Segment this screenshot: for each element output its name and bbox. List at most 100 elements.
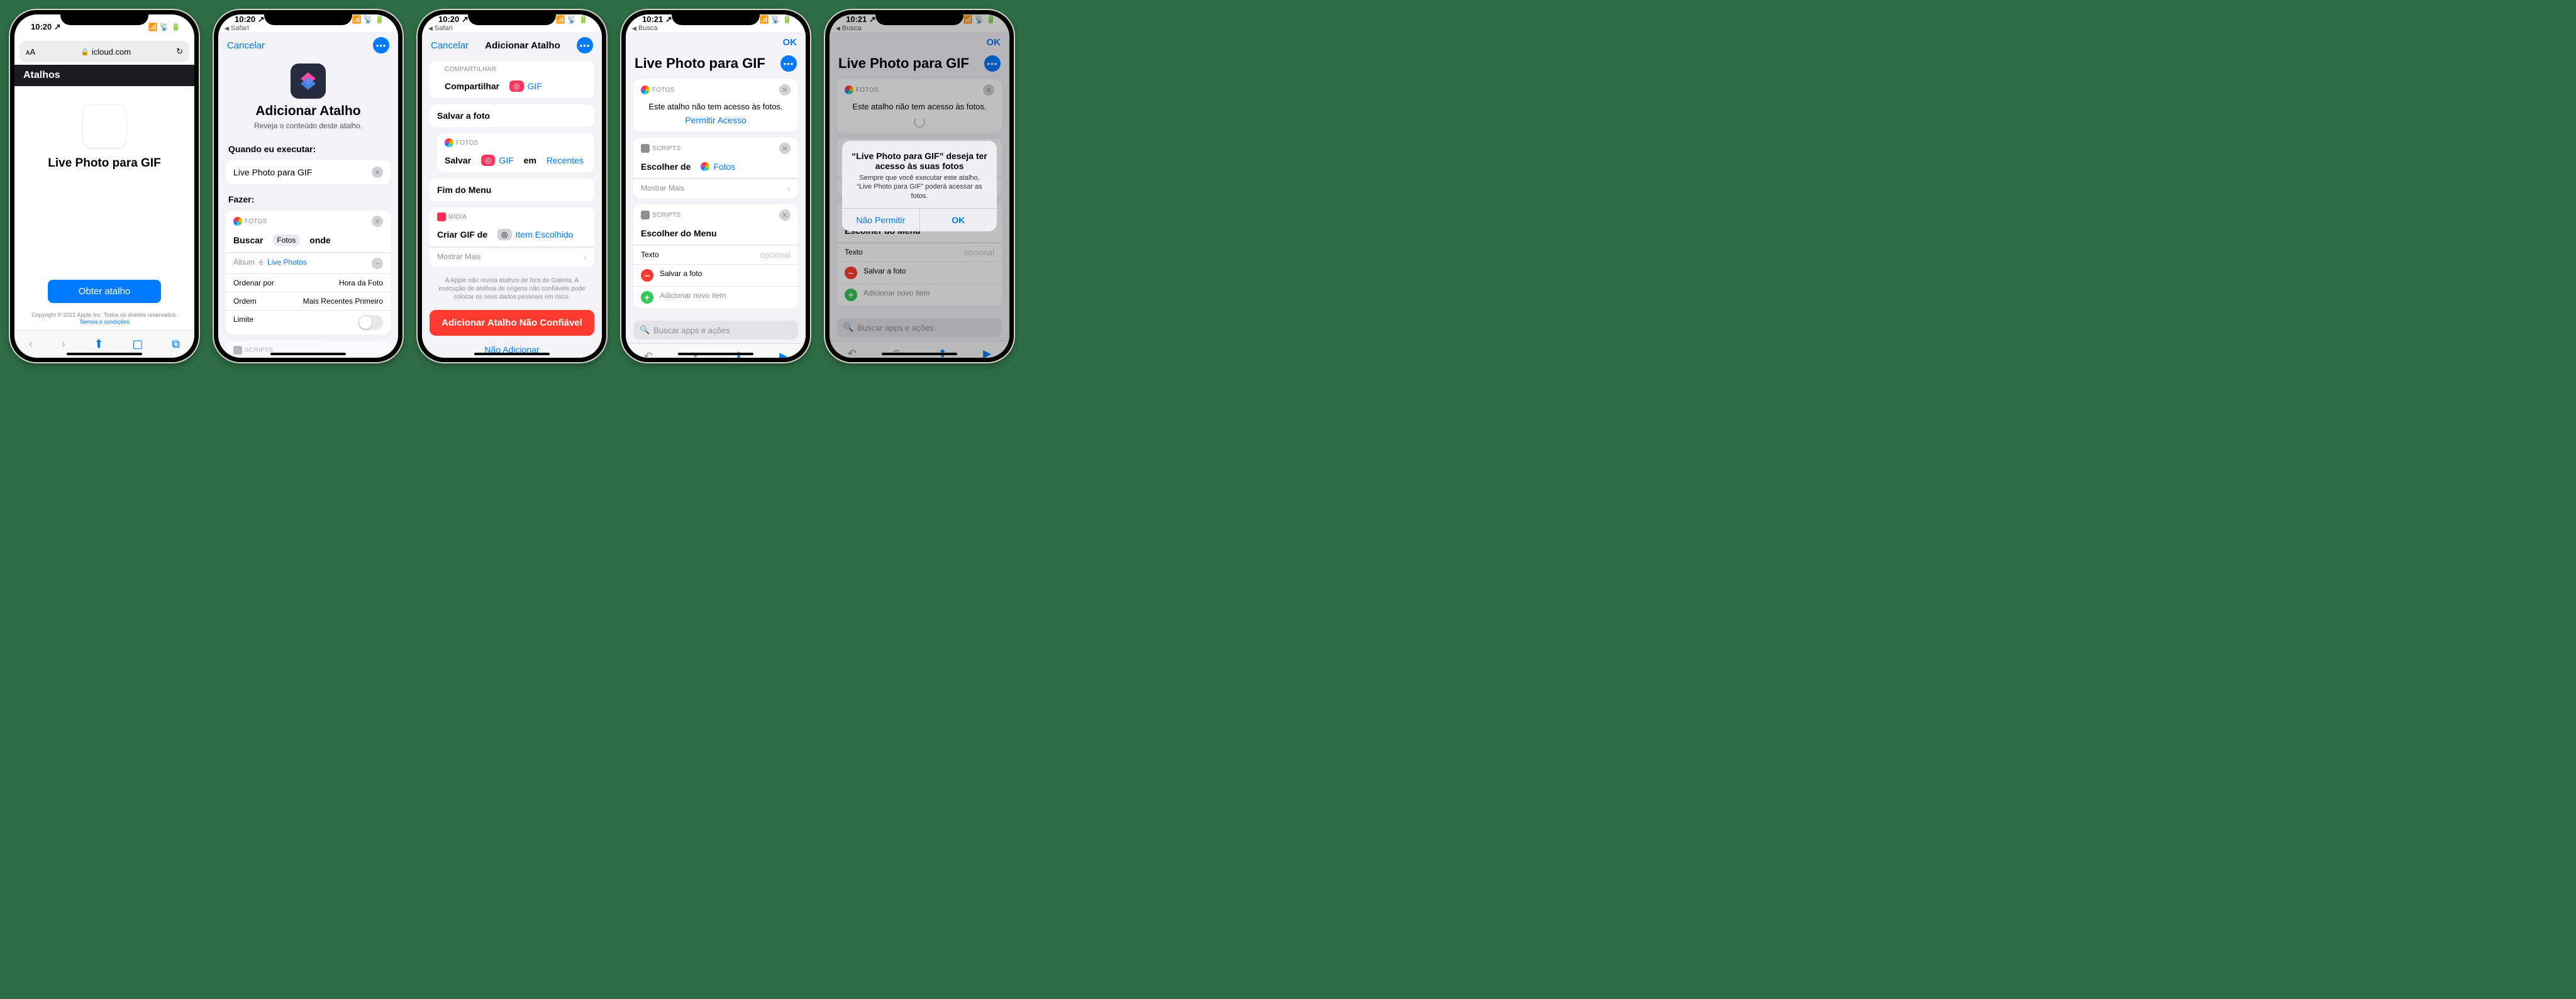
notch [468, 10, 556, 25]
sheet-nav: Cancelar ••• [218, 32, 398, 58]
order-row[interactable]: OrdemMais Recentes Primeiro [226, 292, 391, 310]
status-icons: 📶 📡 🔋 [760, 15, 792, 24]
phone-5: 10:21 ↗ 📶 📡 🔋 Busca OK Live Photo para G… [825, 10, 1014, 362]
terms-link[interactable]: Termos e condições [79, 319, 130, 325]
add-shortcut-sheet: Cancelar Adicionar Atalho ••• COMPARTILH… [422, 32, 602, 358]
action-card-photos: FOTOS ✕ Buscar Fotos onde Álbum é Live P… [226, 211, 391, 334]
access-card-photos: FOTOS ✕ Este atalho não tem acesso às fo… [633, 79, 798, 131]
address-bar[interactable]: ᴀA 🔒icloud.com ↻ [19, 41, 189, 62]
tabs-icon[interactable]: ⧉ [172, 338, 180, 351]
more-button[interactable]: ••• [780, 55, 797, 72]
remove-icon[interactable]: ✕ [779, 209, 791, 221]
ok-button[interactable]: OK [783, 37, 797, 48]
breadcrumb-back[interactable]: Busca [626, 25, 806, 32]
choose-from-row[interactable]: Escolher de Fotos [633, 155, 798, 179]
limit-toggle[interactable] [358, 315, 383, 330]
save-row[interactable]: Salvar ◎GIF em Recentes [437, 148, 594, 172]
status-icons: 📶 📡 🔋 [352, 15, 385, 24]
security-disclaimer: A Apple não revisa atalhos de fora da Ga… [422, 273, 602, 305]
add-untrusted-button[interactable]: Adicionar Atalho Não Confiável [430, 310, 594, 336]
search-input[interactable]: 🔍Buscar apps e ações [633, 321, 798, 339]
notch [672, 10, 760, 25]
choose-menu-row[interactable]: Escolher do Menu [633, 222, 798, 245]
scripts-icon [641, 211, 650, 219]
remove-filter-icon[interactable]: – [372, 258, 383, 269]
home-indicator[interactable] [270, 353, 346, 355]
cancel-button[interactable]: Cancelar [431, 40, 469, 51]
url-domain[interactable]: 🔒icloud.com [35, 47, 176, 57]
screen: 10:20 ↗ 📶 📡 🔋 ᴀA 🔒icloud.com ↻ Atalhos L… [14, 14, 194, 358]
home-indicator[interactable] [474, 353, 550, 355]
shortcut-preview: Live Photo para GIF Obter atalho Copyrig… [14, 86, 194, 330]
add-item-row[interactable]: +Adicionar novo item [633, 286, 798, 308]
actions-scroll[interactable]: COMPARTILHAR Compartilhar ◎GIF Salvar a … [422, 58, 602, 358]
cancel-button[interactable]: Cancelar [227, 40, 265, 51]
breadcrumb-back[interactable]: Safari [218, 25, 398, 32]
clock: 10:20 ↗ [235, 14, 265, 25]
more-button[interactable]: ••• [577, 37, 593, 53]
sheet-title: Adicionar Atalho [485, 40, 560, 51]
clock: 10:20 ↗ [438, 14, 469, 25]
sort-by-row[interactable]: Ordenar porHora da Foto [226, 273, 391, 292]
share-icon[interactable]: ⬆︎ [94, 338, 103, 351]
more-button[interactable]: ••• [373, 37, 389, 53]
card-header-scripts: SCRIPTS ✕ [633, 138, 798, 155]
undo-icon[interactable]: ↶ [644, 350, 653, 358]
texto-row[interactable]: Textoopcional [633, 245, 798, 264]
remove-icon[interactable]: ✕ [779, 143, 791, 154]
scripts-icon [233, 346, 242, 355]
action-choose-menu: SCRIPTS ✕ Escolher do Menu Textoopcional… [633, 204, 798, 308]
breadcrumb-back[interactable]: Safari [422, 25, 602, 32]
trigger-row[interactable]: Live Photo para GIF ✕ [226, 160, 391, 184]
search-icon: 🔍 [640, 325, 650, 335]
album-row[interactable]: Álbum é Live Photos – [226, 253, 391, 273]
reload-button[interactable]: ↻ [176, 47, 183, 57]
add-shortcut-sheet: Cancelar ••• Adicionar Atalho Reveja o c… [218, 32, 398, 358]
bookmarks-icon[interactable]: ▢ [132, 338, 143, 351]
permission-alert: “Live Photo para GIF” deseja ter acesso … [842, 141, 997, 231]
notch [60, 10, 148, 25]
search-photos-row[interactable]: Buscar Fotos onde [226, 228, 391, 253]
remove-item-icon[interactable]: – [641, 269, 653, 282]
alert-deny-button[interactable]: Não Permitir [842, 209, 920, 231]
action-choose-photos: SCRIPTS ✕ Escolher de Fotos Mostrar Mais… [633, 138, 798, 198]
create-gif-row[interactable]: Criar GIF de ◎Item Escolhido [430, 223, 594, 247]
share-row[interactable]: Compartilhar ◎GIF [430, 74, 594, 98]
sheet-subtitle: Reveja o conteúdo deste atalho. [218, 121, 398, 130]
photos-icon [445, 138, 453, 147]
card-header-scripts: SCRIPTS ✕ [633, 204, 798, 222]
footer-text: Copyright © 2021 Apple Inc. Todos os dir… [14, 312, 194, 326]
alert-ok-button[interactable]: OK [920, 209, 997, 231]
sheet-title: Adicionar Atalho [218, 104, 398, 119]
editor-scroll[interactable]: FOTOS ✕ Este atalho não tem acesso às fo… [626, 77, 806, 317]
get-shortcut-button[interactable]: Obter atalho [48, 280, 161, 303]
editor-nav: OK [626, 32, 806, 53]
menu-item-salvar[interactable]: Salvar a foto [430, 104, 594, 127]
remove-icon[interactable]: ✕ [779, 84, 791, 96]
text-size-button[interactable]: ᴀA [26, 47, 35, 57]
home-indicator[interactable] [67, 353, 142, 355]
clear-icon[interactable]: ✕ [372, 167, 383, 178]
limit-row[interactable]: Limite [226, 310, 391, 334]
run-icon[interactable]: ▶ [779, 350, 787, 358]
add-item-icon[interactable]: + [641, 291, 653, 304]
remove-action-icon[interactable]: ✕ [372, 216, 383, 227]
lock-icon: 🔒 [80, 48, 89, 56]
action-save-photo: FOTOS Salvar ◎GIF em Recentes [437, 133, 594, 172]
card-header-share: COMPARTILHAR [430, 61, 594, 74]
home-indicator[interactable] [678, 353, 753, 355]
card-header-midia: MÍDIA [430, 207, 594, 223]
shortcuts-app-icon [291, 63, 326, 99]
home-indicator[interactable] [882, 353, 957, 355]
forward-icon[interactable]: › [62, 338, 65, 351]
actions-scroll[interactable]: Quando eu executar: Live Photo para GIF … [218, 140, 398, 358]
back-icon[interactable]: ‹ [29, 338, 33, 351]
menu-item-salvar[interactable]: –Salvar a foto [633, 264, 798, 286]
allow-access-button[interactable]: Permitir Acesso [633, 111, 798, 131]
show-more-row[interactable]: Mostrar Mais› [633, 179, 798, 198]
photos-icon [233, 217, 242, 226]
show-more-row[interactable]: Mostrar Mais› [430, 247, 594, 267]
screen: 10:20 ↗ 📶 📡 🔋 Safari Cancelar ••• Adicio… [218, 14, 398, 358]
card-header-fotos: FOTOS [437, 133, 594, 148]
action-share: COMPARTILHAR Compartilhar ◎GIF [430, 61, 594, 98]
